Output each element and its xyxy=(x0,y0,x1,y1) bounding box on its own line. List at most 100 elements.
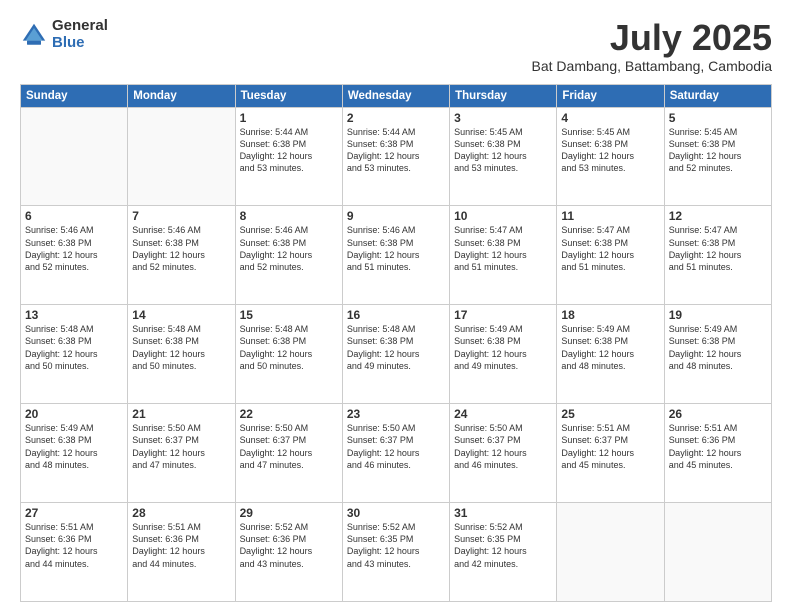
calendar-cell: 27Sunrise: 5:51 AM Sunset: 6:36 PM Dayli… xyxy=(21,503,128,602)
location-title: Bat Dambang, Battambang, Cambodia xyxy=(532,58,772,74)
calendar-cell: 6Sunrise: 5:46 AM Sunset: 6:38 PM Daylig… xyxy=(21,206,128,305)
calendar-table: SundayMondayTuesdayWednesdayThursdayFrid… xyxy=(20,84,772,602)
day-info: Sunrise: 5:51 AM Sunset: 6:37 PM Dayligh… xyxy=(561,422,659,471)
calendar-cell: 2Sunrise: 5:44 AM Sunset: 6:38 PM Daylig… xyxy=(342,107,449,206)
day-number: 21 xyxy=(132,407,230,421)
day-number: 11 xyxy=(561,209,659,223)
calendar-cell xyxy=(664,503,771,602)
day-number: 13 xyxy=(25,308,123,322)
day-info: Sunrise: 5:52 AM Sunset: 6:35 PM Dayligh… xyxy=(347,521,445,570)
calendar-cell: 9Sunrise: 5:46 AM Sunset: 6:38 PM Daylig… xyxy=(342,206,449,305)
calendar-cell: 25Sunrise: 5:51 AM Sunset: 6:37 PM Dayli… xyxy=(557,404,664,503)
day-info: Sunrise: 5:50 AM Sunset: 6:37 PM Dayligh… xyxy=(132,422,230,471)
day-number: 30 xyxy=(347,506,445,520)
weekday-header-monday: Monday xyxy=(128,84,235,107)
day-info: Sunrise: 5:52 AM Sunset: 6:36 PM Dayligh… xyxy=(240,521,338,570)
day-number: 16 xyxy=(347,308,445,322)
calendar-cell: 7Sunrise: 5:46 AM Sunset: 6:38 PM Daylig… xyxy=(128,206,235,305)
calendar-cell: 16Sunrise: 5:48 AM Sunset: 6:38 PM Dayli… xyxy=(342,305,449,404)
calendar-cell: 26Sunrise: 5:51 AM Sunset: 6:36 PM Dayli… xyxy=(664,404,771,503)
day-number: 5 xyxy=(669,111,767,125)
day-number: 10 xyxy=(454,209,552,223)
day-number: 28 xyxy=(132,506,230,520)
day-number: 23 xyxy=(347,407,445,421)
day-number: 31 xyxy=(454,506,552,520)
day-info: Sunrise: 5:45 AM Sunset: 6:38 PM Dayligh… xyxy=(561,126,659,175)
weekday-header-tuesday: Tuesday xyxy=(235,84,342,107)
logo-general-text: General xyxy=(52,18,108,35)
day-number: 2 xyxy=(347,111,445,125)
day-info: Sunrise: 5:51 AM Sunset: 6:36 PM Dayligh… xyxy=(669,422,767,471)
calendar-cell: 17Sunrise: 5:49 AM Sunset: 6:38 PM Dayli… xyxy=(450,305,557,404)
day-number: 15 xyxy=(240,308,338,322)
day-info: Sunrise: 5:49 AM Sunset: 6:38 PM Dayligh… xyxy=(669,323,767,372)
day-info: Sunrise: 5:51 AM Sunset: 6:36 PM Dayligh… xyxy=(132,521,230,570)
day-number: 29 xyxy=(240,506,338,520)
day-info: Sunrise: 5:47 AM Sunset: 6:38 PM Dayligh… xyxy=(561,224,659,273)
calendar-cell: 23Sunrise: 5:50 AM Sunset: 6:37 PM Dayli… xyxy=(342,404,449,503)
calendar-cell: 14Sunrise: 5:48 AM Sunset: 6:38 PM Dayli… xyxy=(128,305,235,404)
day-number: 18 xyxy=(561,308,659,322)
day-number: 22 xyxy=(240,407,338,421)
day-number: 26 xyxy=(669,407,767,421)
calendar-cell: 24Sunrise: 5:50 AM Sunset: 6:37 PM Dayli… xyxy=(450,404,557,503)
day-info: Sunrise: 5:52 AM Sunset: 6:35 PM Dayligh… xyxy=(454,521,552,570)
day-info: Sunrise: 5:48 AM Sunset: 6:38 PM Dayligh… xyxy=(132,323,230,372)
calendar-cell: 8Sunrise: 5:46 AM Sunset: 6:38 PM Daylig… xyxy=(235,206,342,305)
calendar-cell: 28Sunrise: 5:51 AM Sunset: 6:36 PM Dayli… xyxy=(128,503,235,602)
calendar-cell: 22Sunrise: 5:50 AM Sunset: 6:37 PM Dayli… xyxy=(235,404,342,503)
day-info: Sunrise: 5:51 AM Sunset: 6:36 PM Dayligh… xyxy=(25,521,123,570)
day-number: 12 xyxy=(669,209,767,223)
day-info: Sunrise: 5:49 AM Sunset: 6:38 PM Dayligh… xyxy=(25,422,123,471)
day-info: Sunrise: 5:50 AM Sunset: 6:37 PM Dayligh… xyxy=(454,422,552,471)
calendar-cell: 30Sunrise: 5:52 AM Sunset: 6:35 PM Dayli… xyxy=(342,503,449,602)
weekday-header-sunday: Sunday xyxy=(21,84,128,107)
day-info: Sunrise: 5:48 AM Sunset: 6:38 PM Dayligh… xyxy=(347,323,445,372)
day-info: Sunrise: 5:49 AM Sunset: 6:38 PM Dayligh… xyxy=(561,323,659,372)
calendar-cell: 11Sunrise: 5:47 AM Sunset: 6:38 PM Dayli… xyxy=(557,206,664,305)
weekday-header-friday: Friday xyxy=(557,84,664,107)
day-number: 14 xyxy=(132,308,230,322)
day-info: Sunrise: 5:44 AM Sunset: 6:38 PM Dayligh… xyxy=(240,126,338,175)
calendar-cell: 10Sunrise: 5:47 AM Sunset: 6:38 PM Dayli… xyxy=(450,206,557,305)
calendar-cell xyxy=(21,107,128,206)
logo-text: General Blue xyxy=(52,18,108,51)
logo-icon xyxy=(20,21,48,49)
day-number: 24 xyxy=(454,407,552,421)
calendar-cell: 31Sunrise: 5:52 AM Sunset: 6:35 PM Dayli… xyxy=(450,503,557,602)
calendar-cell: 20Sunrise: 5:49 AM Sunset: 6:38 PM Dayli… xyxy=(21,404,128,503)
day-number: 20 xyxy=(25,407,123,421)
calendar-cell: 18Sunrise: 5:49 AM Sunset: 6:38 PM Dayli… xyxy=(557,305,664,404)
day-number: 3 xyxy=(454,111,552,125)
title-block: July 2025 Bat Dambang, Battambang, Cambo… xyxy=(532,18,772,74)
day-number: 25 xyxy=(561,407,659,421)
day-number: 19 xyxy=(669,308,767,322)
calendar-body: 1Sunrise: 5:44 AM Sunset: 6:38 PM Daylig… xyxy=(21,107,772,601)
weekday-header-thursday: Thursday xyxy=(450,84,557,107)
day-info: Sunrise: 5:48 AM Sunset: 6:38 PM Dayligh… xyxy=(240,323,338,372)
day-info: Sunrise: 5:49 AM Sunset: 6:38 PM Dayligh… xyxy=(454,323,552,372)
calendar-week-5: 27Sunrise: 5:51 AM Sunset: 6:36 PM Dayli… xyxy=(21,503,772,602)
day-info: Sunrise: 5:45 AM Sunset: 6:38 PM Dayligh… xyxy=(454,126,552,175)
day-info: Sunrise: 5:48 AM Sunset: 6:38 PM Dayligh… xyxy=(25,323,123,372)
calendar-cell xyxy=(557,503,664,602)
calendar-cell: 1Sunrise: 5:44 AM Sunset: 6:38 PM Daylig… xyxy=(235,107,342,206)
day-info: Sunrise: 5:46 AM Sunset: 6:38 PM Dayligh… xyxy=(132,224,230,273)
calendar-cell: 5Sunrise: 5:45 AM Sunset: 6:38 PM Daylig… xyxy=(664,107,771,206)
day-info: Sunrise: 5:45 AM Sunset: 6:38 PM Dayligh… xyxy=(669,126,767,175)
day-info: Sunrise: 5:47 AM Sunset: 6:38 PM Dayligh… xyxy=(669,224,767,273)
day-number: 9 xyxy=(347,209,445,223)
day-number: 8 xyxy=(240,209,338,223)
day-number: 4 xyxy=(561,111,659,125)
day-number: 7 xyxy=(132,209,230,223)
day-info: Sunrise: 5:46 AM Sunset: 6:38 PM Dayligh… xyxy=(240,224,338,273)
calendar-cell: 21Sunrise: 5:50 AM Sunset: 6:37 PM Dayli… xyxy=(128,404,235,503)
calendar-cell: 13Sunrise: 5:48 AM Sunset: 6:38 PM Dayli… xyxy=(21,305,128,404)
day-info: Sunrise: 5:50 AM Sunset: 6:37 PM Dayligh… xyxy=(347,422,445,471)
calendar-cell: 12Sunrise: 5:47 AM Sunset: 6:38 PM Dayli… xyxy=(664,206,771,305)
calendar-cell: 4Sunrise: 5:45 AM Sunset: 6:38 PM Daylig… xyxy=(557,107,664,206)
calendar-cell: 3Sunrise: 5:45 AM Sunset: 6:38 PM Daylig… xyxy=(450,107,557,206)
calendar-header-row: SundayMondayTuesdayWednesdayThursdayFrid… xyxy=(21,84,772,107)
calendar-cell: 19Sunrise: 5:49 AM Sunset: 6:38 PM Dayli… xyxy=(664,305,771,404)
weekday-header-wednesday: Wednesday xyxy=(342,84,449,107)
